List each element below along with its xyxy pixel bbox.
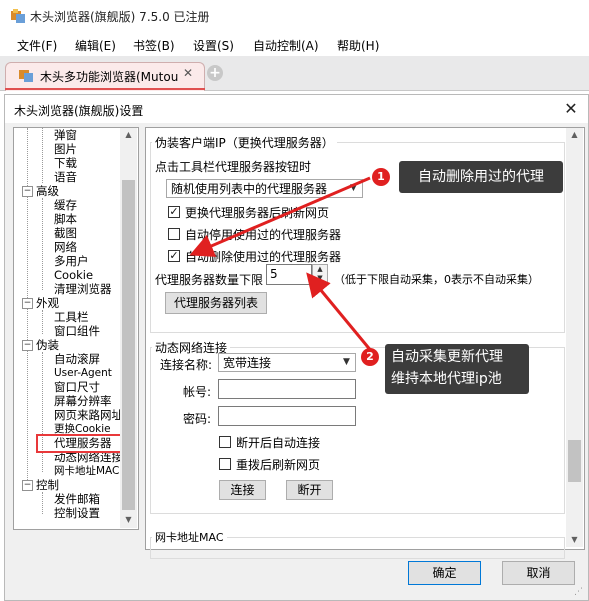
- annotation-callout-2-line2: 维持本地代理ip池: [391, 371, 502, 387]
- annotation-arrow-1: [189, 176, 371, 257]
- annotation-callout-1: 自动删除用过的代理: [399, 161, 563, 193]
- annotation-callout-2: 自动采集更新代理 维持本地代理ip池: [385, 344, 529, 394]
- annotation-badge-1: 1: [372, 168, 390, 186]
- annotation-callout-2-line1: 自动采集更新代理: [391, 349, 503, 365]
- annotation-arrow-2: [306, 272, 374, 353]
- annotation-arrows: [189, 176, 374, 353]
- annotation-badge-2: 2: [361, 348, 379, 366]
